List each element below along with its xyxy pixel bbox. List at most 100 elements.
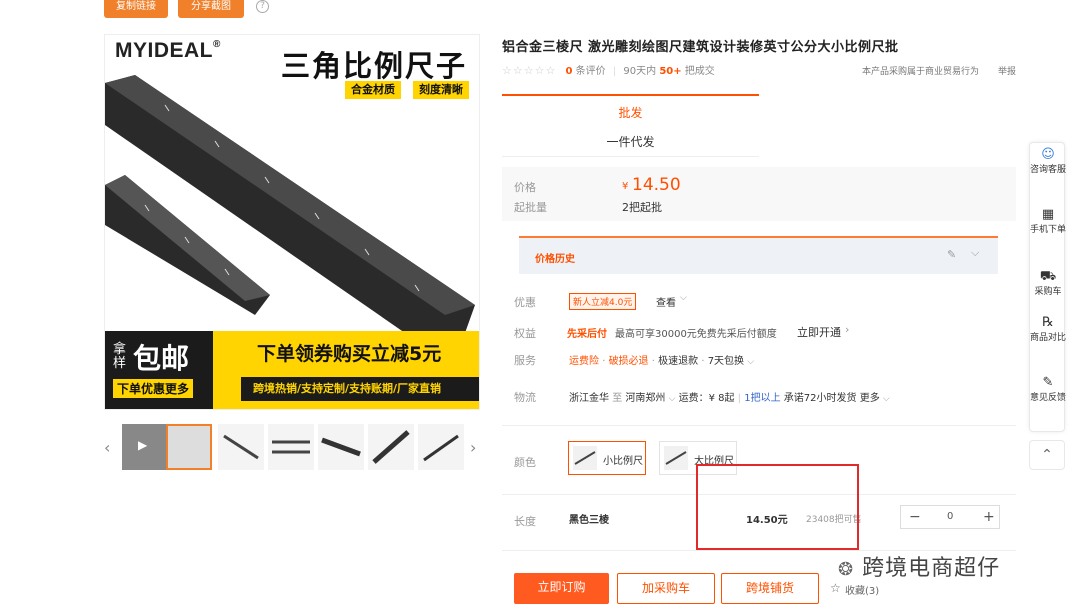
chevron-down-icon: ⌵ bbox=[882, 394, 890, 404]
moq-value: 2把起批 bbox=[622, 201, 662, 214]
thumbnail-1[interactable] bbox=[166, 424, 212, 470]
watermark-text: ❂ 跨境电商超仔 bbox=[838, 556, 1001, 581]
benefit-desc: 最高可享30000元免费先采后付额度 bbox=[615, 329, 777, 340]
color-label: 颜色 bbox=[514, 456, 536, 469]
chevron-down-icon: ⌵ bbox=[747, 357, 755, 367]
sku-label: 小比例尺 bbox=[603, 456, 643, 467]
take-sample-text: 拿样 bbox=[113, 342, 127, 371]
freight-cost: 运费：¥ 8起 bbox=[678, 393, 735, 404]
product-title: 铝合金三棱尺 激光雕刻绘图尺建筑设计装修英寸公分大小比例尺批 bbox=[502, 40, 899, 55]
review-count[interactable]: 0 bbox=[566, 66, 573, 77]
share-screenshot-button[interactable]: 分享截图 bbox=[178, 0, 244, 18]
chevron-up-icon: ⌃ bbox=[1041, 447, 1053, 463]
delivery-condition: 1把以上 bbox=[744, 393, 781, 404]
sku-small-scale[interactable]: 小比例尺 bbox=[568, 441, 646, 475]
activate-link[interactable]: 立即开通 bbox=[797, 324, 841, 340]
price-box: 价格 ¥ 14.50 起批量 2把起批 bbox=[502, 167, 1016, 221]
purchase-note: 本产品采购属于商业贸易行为 bbox=[862, 67, 980, 77]
length-label: 长度 bbox=[514, 515, 536, 528]
star-icon[interactable]: ☆ bbox=[830, 581, 841, 595]
logistics-label: 物流 bbox=[514, 391, 536, 404]
quantity-plus-button[interactable]: + bbox=[983, 509, 995, 525]
coupon-badge[interactable]: 新人立减4.0元 bbox=[569, 293, 637, 310]
promo-banner: 拿样 包邮 下单优惠更多 下单领券购买立减5元 跨境热销/支持定制/支持账期/厂… bbox=[105, 331, 479, 409]
ship-to[interactable]: 河南郑州 bbox=[625, 393, 665, 404]
right-toolbar: ☺ 咨询客服 ▦ 手机下单 ⛟ 采购车 ℞ 商品对比 ✎ 意见反馈 bbox=[1029, 142, 1066, 432]
to-word: 至 bbox=[612, 393, 623, 404]
cart-icon: ⛟ bbox=[1039, 269, 1057, 284]
ruler-illustration bbox=[105, 75, 475, 333]
sku-thumbnail bbox=[664, 446, 688, 470]
sold-label: 把成交 bbox=[684, 66, 715, 77]
mobile-order-button[interactable]: ▦ 手机下单 bbox=[1030, 207, 1066, 236]
back-to-top-button[interactable]: ⌃ bbox=[1029, 440, 1065, 470]
service-label: 服务 bbox=[514, 354, 536, 367]
logistics-info: 浙江金华 至 河南郑州 ⌵ 运费：¥ 8起 | 1把以上 承诺72小时发货 更多… bbox=[569, 393, 890, 404]
consult-button[interactable]: ☺ 咨询客服 bbox=[1030, 147, 1066, 176]
product-stats: ☆☆☆☆☆ 0 条评价 | 90天内 50+ 把成交 bbox=[502, 64, 715, 77]
brand-logo: MYIDEAL® bbox=[115, 39, 221, 62]
chevron-right-icon: › bbox=[845, 323, 850, 336]
service-freight-insurance: 运费险 bbox=[569, 356, 599, 367]
compare-icon: ℞ bbox=[1042, 315, 1054, 330]
price-history-label: 价格历史 bbox=[535, 254, 575, 265]
add-cart-button[interactable]: 加采购车 bbox=[617, 573, 715, 604]
promo-text: 下单领券购买立减5元 bbox=[257, 343, 442, 365]
order-more-text: 下单优惠更多 bbox=[113, 379, 194, 398]
chevron-down-icon: ⌵ bbox=[680, 293, 687, 303]
service-list[interactable]: 运费险 · 破损必退 · 极速退款 · 7天包换 ⌵ bbox=[569, 352, 754, 367]
quantity-value[interactable]: 0 bbox=[947, 511, 953, 522]
price-history-panel[interactable]: 价格历史 ✎ ⌵ bbox=[519, 236, 998, 274]
moq-label: 起批量 bbox=[514, 201, 547, 214]
currency-symbol: ¥ bbox=[622, 181, 629, 192]
play-icon: ▶ bbox=[138, 438, 148, 452]
favorite-button[interactable]: 收藏(3) bbox=[845, 582, 879, 597]
review-label: 条评价 bbox=[575, 66, 606, 77]
divider bbox=[502, 425, 1016, 426]
tab-wholesale[interactable]: 批发 bbox=[502, 94, 759, 126]
thumbnail-video[interactable]: ▶ bbox=[122, 424, 168, 470]
cart-button[interactable]: ⛟ 采购车 bbox=[1030, 269, 1066, 298]
edit-icon[interactable]: ✎ bbox=[947, 248, 956, 261]
help-icon[interactable]: ? bbox=[256, 0, 269, 13]
report-link[interactable]: 举报 bbox=[998, 64, 1016, 77]
chevron-right-icon[interactable]: › bbox=[470, 438, 476, 457]
more-logistics[interactable]: 更多 bbox=[860, 393, 880, 404]
free-shipping-text: 包邮 bbox=[133, 342, 190, 375]
cross-border-button[interactable]: 跨境铺货 bbox=[721, 573, 819, 604]
price-label: 价格 bbox=[514, 181, 536, 194]
chat-icon: ☺ bbox=[1041, 147, 1055, 162]
tab-dropship[interactable]: 一件代发 bbox=[502, 127, 759, 157]
view-coupons-link[interactable]: 查看 bbox=[656, 294, 676, 309]
highlight-frame bbox=[696, 464, 859, 550]
thumbnail-2[interactable] bbox=[218, 424, 264, 470]
quantity-minus-button[interactable]: − bbox=[909, 509, 921, 525]
service-damage-return: 破损必退 bbox=[608, 356, 649, 367]
copy-link-button[interactable]: 复制链接 bbox=[104, 0, 168, 18]
edit-icon: ✎ bbox=[1042, 375, 1054, 390]
chevron-down-icon: ⌵ bbox=[668, 394, 676, 404]
days-label: 90天内 bbox=[623, 66, 657, 77]
sku-thumbnail bbox=[573, 446, 597, 470]
qr-code-icon: ▦ bbox=[1041, 207, 1055, 222]
feedback-button[interactable]: ✎ 意见反馈 bbox=[1030, 375, 1066, 404]
chevron-down-icon[interactable]: ⌵ bbox=[971, 246, 979, 260]
thumbnail-3[interactable] bbox=[268, 424, 314, 470]
rating-stars-icon: ☆☆☆☆☆ bbox=[502, 64, 557, 77]
promo-features: 跨境热销/支持定制/支持账期/厂家直销 bbox=[241, 377, 479, 401]
thumbnail-6[interactable] bbox=[418, 424, 464, 470]
wechat-icon: ❂ bbox=[838, 559, 855, 580]
thumbnail-strip: ‹ ▶ › bbox=[104, 420, 480, 474]
thumbnail-5[interactable] bbox=[368, 424, 414, 470]
buy-now-button[interactable]: 立即订购 bbox=[514, 573, 609, 604]
price-value: 14.50 bbox=[632, 175, 681, 195]
free-shipping-block: 拿样 包邮 下单优惠更多 bbox=[105, 331, 213, 409]
ship-from: 浙江金华 bbox=[569, 393, 609, 404]
service-fast-refund: 极速退款 bbox=[658, 356, 699, 367]
main-product-image[interactable]: MYIDEAL® 三角比例尺子 合金材质 刻度清晰 拿样 包邮 下单优惠更多 下… bbox=[104, 34, 480, 410]
compare-button[interactable]: ℞ 商品对比 bbox=[1030, 315, 1066, 344]
chevron-left-icon[interactable]: ‹ bbox=[104, 438, 110, 457]
sold-count: 50+ bbox=[659, 66, 682, 77]
discount-label: 优惠 bbox=[514, 296, 536, 309]
thumbnail-4[interactable] bbox=[318, 424, 364, 470]
